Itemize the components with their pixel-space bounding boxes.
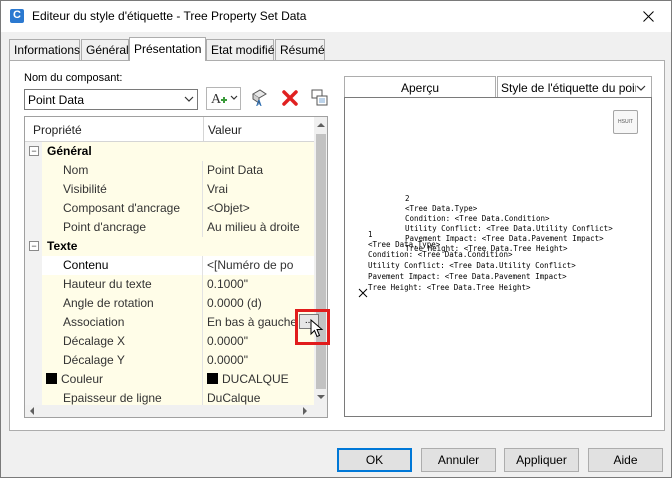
help-button[interactable]: Aide [588,448,663,472]
ok-button[interactable]: OK [337,448,412,472]
close-button[interactable] [627,1,671,32]
property-row-composant-ancrage[interactable]: Composant d'ancrage <Objet> [25,199,314,218]
window-title: Editeur du style d'étiquette - Tree Prop… [32,9,307,23]
preview-line: Tree Height: <Tree Data.Tree Height> [368,283,531,292]
title-bar[interactable]: C Editeur du style d'étiquette - Tree Pr… [1,1,671,32]
tab-resume[interactable]: Résumé [275,39,325,60]
collapse-toggle-icon[interactable]: − [29,146,39,156]
point-marker-icon [358,288,368,298]
component-name-label: Nom du composant: [24,72,123,84]
property-row-couleur[interactable]: Couleur DUCALQUE [25,370,314,389]
property-row-hauteur-texte[interactable]: Hauteur du texte 0.1000" [25,275,314,294]
property-row-point-ancrage[interactable]: Point d'ancrage Au milieu à droite [25,218,314,237]
preview-line: Utility Conflict: <Tree Data.Utility Con… [405,224,613,233]
cancel-button[interactable]: Annuler [421,448,496,472]
property-row-decalage-y[interactable]: Décalage Y 0.0000" [25,351,314,370]
label-preview-canvas: HSUIT 2 <Tree Data.Type> Condition: <Tre… [344,97,652,417]
property-row-angle-rotation[interactable]: Angle de rotation 0.0000 (d) [25,294,314,313]
tab-etat-modifie[interactable]: Etat modifié [206,39,274,60]
preview-line: <Tree Data.Type> [405,204,478,213]
property-row-nom[interactable]: Nom Point Data [25,161,314,180]
close-icon [643,11,654,22]
component-draw-order-icon [311,89,328,106]
scroll-down-icon [317,395,325,399]
property-row-association[interactable]: Association En bas à gauche [25,313,314,332]
preview-style-value: Style de l'étiquette du point [501,81,645,95]
delete-component-button[interactable] [280,87,300,110]
preview-badge-icon[interactable]: HSUIT [613,110,638,134]
add-component-button[interactable]: A [206,87,241,110]
apply-button[interactable]: Appliquer [504,448,579,472]
label-style-editor-window: C Editeur du style d'étiquette - Tree Pr… [0,0,672,478]
grid-header: Propriété Valeur [25,117,314,142]
category-texte[interactable]: − Texte [25,237,314,256]
highlight-annotation-box [295,309,330,345]
civil3d-app-icon: C [10,9,24,23]
color-swatch [46,373,57,384]
vertical-scrollbar[interactable] [314,117,327,417]
tab-informations[interactable]: Informations [9,39,80,60]
property-row-visibilite[interactable]: Visibilité Vrai [25,180,314,199]
preview-line: Pavement Impact: <Tree Data.Pavement Imp… [368,272,567,281]
preview-line: 1 [368,230,373,239]
component-name-dropdown[interactable]: Point Data [24,89,198,110]
color-swatch [207,373,218,384]
scroll-left-icon [30,407,34,415]
property-row-decalage-x[interactable]: Décalage X 0.0000" [25,332,314,351]
collapse-toggle-icon[interactable]: − [29,241,39,251]
copy-component-icon: A [252,89,267,108]
svg-text:A: A [211,92,222,107]
preview-line: <Tree Data.Type> [368,240,441,249]
tab-general[interactable]: Général [81,39,129,60]
svg-text:A: A [256,99,262,108]
delete-component-icon [282,90,298,106]
add-text-component-icon: A [206,87,241,110]
scrollbar-thumb[interactable] [316,134,326,389]
preview-style-dropdown[interactable]: Style de l'étiquette du point [497,76,652,98]
preview-line: Condition: <Tree Data.Condition> [405,214,550,223]
category-general[interactable]: − Général [25,142,314,161]
copy-component-button[interactable]: A [250,87,270,110]
property-row-contenu[interactable]: Contenu <[Numéro de po [25,256,314,275]
chevron-down-icon [636,82,646,94]
tab-presentation[interactable]: Présentation [129,37,206,61]
property-grid: Propriété Valeur − Général Nom Point Data… [24,116,328,418]
draw-order-button[interactable] [310,87,330,110]
presentation-panel: Nom du composant: Point Data A A Proprié… [9,60,665,431]
component-name-value: Point Data [28,93,85,107]
value-column-header[interactable]: Valeur [208,123,242,137]
preview-line: Condition: <Tree Data.Condition> [368,250,513,259]
horizontal-scrollbar[interactable] [25,405,314,417]
tab-apercu[interactable]: Aperçu [344,76,496,98]
chevron-down-icon [184,96,194,102]
property-column-header[interactable]: Propriété [33,123,82,137]
scroll-right-icon [303,407,307,415]
preview-line: Utility Conflict: <Tree Data.Utility Con… [368,261,576,270]
scroll-up-icon [317,123,325,127]
preview-line: 2 [405,194,410,203]
